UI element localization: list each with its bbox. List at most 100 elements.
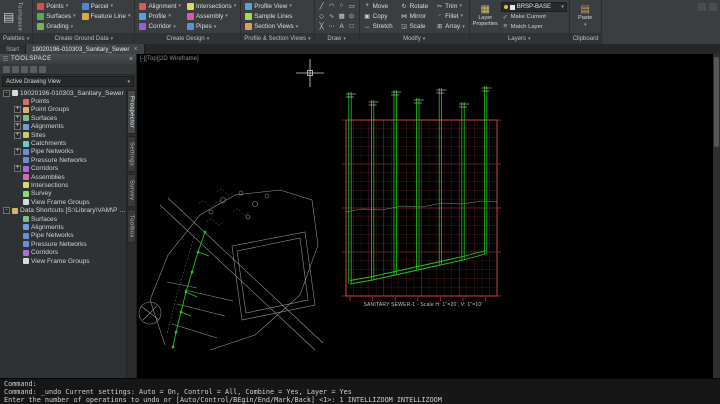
- tree-item[interactable]: + Surfaces: [0, 114, 126, 122]
- modify-tool-button[interactable]: ▣ Copy: [362, 11, 397, 21]
- toolspace-icon[interactable]: ▤: [3, 10, 14, 24]
- tree-item[interactable]: Corridors: [0, 248, 126, 256]
- tree-item[interactable]: Alignments: [0, 223, 126, 231]
- tab-start[interactable]: Start: [0, 44, 27, 54]
- ribbon-button[interactable]: Alignment ▾: [137, 1, 183, 11]
- panel-grip[interactable]: [3, 56, 8, 62]
- toolspace-toolbar-icon[interactable]: [3, 65, 10, 73]
- modify-tool-button[interactable]: + Move: [362, 1, 397, 11]
- tree-item[interactable]: - 19020196-010303_Sanitary_Sewer: [0, 89, 126, 97]
- toolspace-side-tab[interactable]: Toolbox: [127, 208, 136, 244]
- tree-expander[interactable]: -: [3, 207, 10, 215]
- ribbon-button[interactable]: Corridor ▾: [137, 22, 183, 32]
- tree-expander[interactable]: +: [14, 123, 21, 131]
- ribbon-button[interactable]: Sample Lines: [243, 11, 311, 21]
- draw-tool-icon[interactable]: ▭: [347, 1, 357, 10]
- toolspace-side-tab[interactable]: Settings: [127, 136, 136, 173]
- ribbon-minimize-icon[interactable]: [709, 3, 717, 11]
- ribbon-button[interactable]: Intersections ▾: [185, 1, 238, 11]
- toolspace-side-tab[interactable]: Survey: [127, 174, 136, 207]
- modify-tool-button[interactable]: ✂ Trim ▾: [434, 1, 467, 11]
- toolspace-toolbar-icon[interactable]: [12, 65, 19, 73]
- ribbon-button[interactable]: Points ▾: [35, 1, 77, 11]
- tree-expander[interactable]: +: [14, 131, 21, 139]
- drawing-canvas[interactable]: [-][Top][2D Wireframe] SANITARY SEWER-1 …: [137, 54, 713, 378]
- draw-tool-icon[interactable]: ◇: [317, 11, 327, 20]
- tree-item[interactable]: - Data Shortcuts [S:\Library\VAM\P Dove …: [0, 206, 126, 215]
- tree-item[interactable]: Intersections: [0, 181, 126, 189]
- modify-tool-button[interactable]: ⋈ Mirror: [399, 11, 433, 21]
- ribbon-button[interactable]: Feature Line ▾: [80, 11, 133, 21]
- close-icon[interactable]: ×: [133, 46, 137, 53]
- draw-tool-icon[interactable]: ╱: [317, 1, 327, 10]
- tree-expander[interactable]: +: [14, 106, 21, 114]
- panel-label-profile-section-views[interactable]: Profile & Section Views ▾: [241, 33, 314, 44]
- ribbon-overflow-icon[interactable]: [698, 3, 706, 11]
- ribbon-button[interactable]: Grading ▾: [35, 22, 77, 32]
- modify-tool-button[interactable]: ⊞ Array ▾: [434, 22, 467, 32]
- ribbon-button[interactable]: Pipes ▾: [185, 22, 238, 32]
- tab-drawing[interactable]: 19020196-010303_Sanitary_Sewer ×: [26, 44, 145, 54]
- tree-item[interactable]: Pressure Networks: [0, 156, 126, 164]
- draw-tool-icon[interactable]: A: [337, 22, 347, 31]
- modify-tool-button[interactable]: ◲ Scale: [399, 22, 433, 32]
- ribbon-button[interactable]: Parcel ▾: [80, 1, 133, 11]
- ribbon-button[interactable]: Assembly ▾: [185, 11, 238, 21]
- viewport-controls[interactable]: [-][Top][2D Wireframe]: [140, 56, 199, 62]
- panel-label-create-ground-data[interactable]: Create Ground Data ▾: [33, 33, 135, 44]
- ribbon-button[interactable]: Section Views ▾: [243, 22, 311, 32]
- draw-tool-icon[interactable]: ∿: [327, 11, 337, 20]
- draw-tool-icon[interactable]: ○: [337, 1, 347, 10]
- panel-label-create-design[interactable]: Create Design ▾: [135, 33, 241, 44]
- tree-item[interactable]: Assemblies: [0, 173, 126, 181]
- tree-item[interactable]: Catchments: [0, 139, 126, 147]
- layer-properties-button[interactable]: ▦ Layer Properties: [472, 1, 499, 32]
- active-drawing-view-dropdown[interactable]: Active Drawing View ▾: [2, 76, 134, 87]
- draw-tool-icon[interactable]: ▦: [337, 11, 347, 20]
- toolspace-toolbar-icon[interactable]: [21, 65, 28, 73]
- tree-expander[interactable]: +: [14, 114, 21, 122]
- close-icon[interactable]: ×: [129, 56, 133, 63]
- modify-tool-button[interactable]: ◜ Fillet ▾: [434, 11, 467, 21]
- draw-tool-icon[interactable]: ⋯: [327, 22, 337, 31]
- tree-item[interactable]: Surfaces: [0, 215, 126, 223]
- drawing-viewport[interactable]: [137, 54, 713, 378]
- panel-label-draw[interactable]: Draw ▾: [314, 33, 359, 44]
- modify-tool-button[interactable]: ↻ Rotate: [399, 1, 433, 11]
- paste-button[interactable]: ▤ Paste ▾: [572, 1, 599, 32]
- panel-label-modify[interactable]: Modify ▾: [359, 33, 469, 44]
- draw-tool-icon[interactable]: ⊙: [347, 11, 357, 20]
- layer-dropdown[interactable]: BRSP-BASE ▾: [500, 2, 567, 12]
- tree-item[interactable]: Points: [0, 97, 126, 105]
- tree-item[interactable]: View Frame Groups: [0, 257, 126, 265]
- toolspace-header[interactable]: TOOLSPACE ×: [0, 54, 136, 64]
- modify-tool-button[interactable]: ↔ Stretch: [362, 22, 397, 32]
- command-line[interactable]: Command: Command: _undo Current settings:…: [0, 378, 720, 404]
- match-layer-button[interactable]: ≡ Match Layer: [501, 22, 567, 31]
- tree-item[interactable]: + Sites: [0, 131, 126, 139]
- toolspace-toolbar-icon[interactable]: [30, 65, 37, 73]
- toolspace-toolbar-icon[interactable]: [39, 65, 46, 73]
- vertical-scrollbar[interactable]: [713, 54, 720, 378]
- tree-item[interactable]: + Alignments: [0, 123, 126, 131]
- ribbon-button[interactable]: Surfaces ▾: [35, 11, 77, 21]
- ribbon-button[interactable]: Profile ▾: [137, 11, 183, 21]
- tree-item[interactable]: Pipe Networks: [0, 232, 126, 240]
- panel-label-palettes[interactable]: Palettes ▾: [0, 33, 33, 44]
- panel-label-layers[interactable]: Layers ▾: [469, 33, 569, 44]
- tree-expander[interactable]: -: [3, 89, 10, 97]
- toolspace-side-tab[interactable]: Prospector: [127, 90, 136, 135]
- tree-item[interactable]: + Pipe Networks: [0, 148, 126, 156]
- tree-item[interactable]: + Corridors: [0, 165, 126, 173]
- tree-item[interactable]: Survey: [0, 190, 126, 198]
- tree-expander[interactable]: +: [14, 165, 21, 173]
- draw-tool-icon[interactable]: ╳: [317, 22, 327, 31]
- draw-tool-icon[interactable]: ◠: [327, 1, 337, 10]
- draw-tool-icon[interactable]: □: [347, 22, 357, 31]
- tree-item[interactable]: Pressure Networks: [0, 240, 126, 248]
- tree-item[interactable]: View Frame Groups: [0, 198, 126, 206]
- scrollbar-thumb[interactable]: [714, 57, 719, 147]
- make-current-button[interactable]: ✓ Make Current: [501, 13, 567, 22]
- ribbon-button[interactable]: Profile View ▾: [243, 1, 311, 11]
- tree-item[interactable]: + Point Groups: [0, 106, 126, 114]
